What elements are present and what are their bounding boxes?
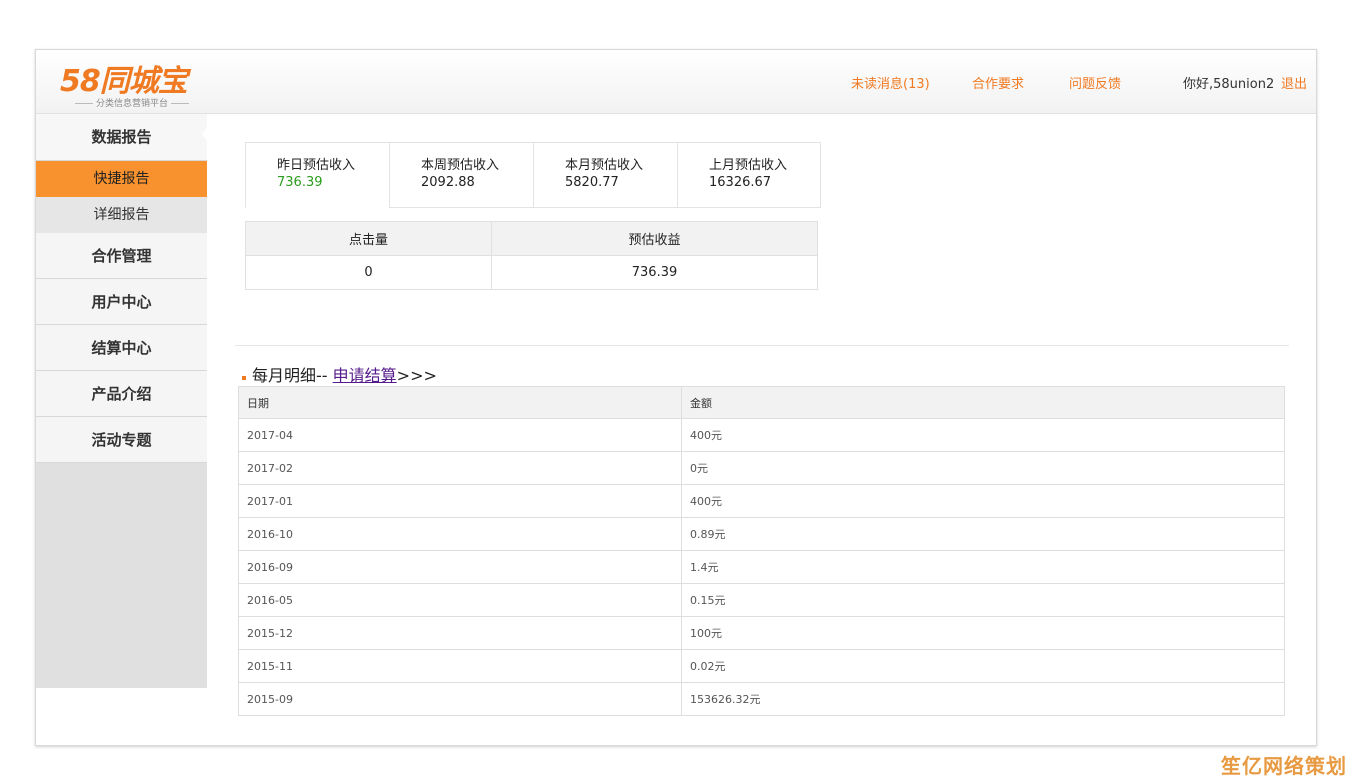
arrows-text: >>> <box>396 366 437 385</box>
table-row: 2016-10 0.89元 <box>238 517 1285 551</box>
logout-link[interactable]: 退出 <box>1281 73 1307 92</box>
row-amount: 400元 <box>681 418 1285 452</box>
feedback-link[interactable]: 问题反馈 <box>1069 73 1121 92</box>
sidebar-item-detail-report[interactable]: 详细报告 <box>36 197 207 233</box>
summary-value: 5820.77 <box>565 175 619 190</box>
row-amount: 400元 <box>681 484 1285 518</box>
row-amount: 0.89元 <box>681 517 1285 551</box>
watermark: 笙亿网络策划 <box>1221 754 1347 778</box>
table-row: 2016-05 0.15元 <box>238 583 1285 617</box>
unread-messages-link[interactable]: 未读消息(13) <box>851 73 930 92</box>
clicks-earnings-table: 点击量 预估收益 0 736.39 <box>244 221 818 290</box>
clicks-value: 0 <box>244 255 493 290</box>
row-date: 2015-12 <box>238 616 682 650</box>
row-amount: 100元 <box>681 616 1285 650</box>
row-amount: 0.02元 <box>681 649 1285 683</box>
table-row: 2017-01 400元 <box>238 484 1285 518</box>
summary-value: 16326.67 <box>709 175 772 190</box>
row-date: 2017-01 <box>238 484 682 518</box>
apply-settlement-link[interactable]: 申请结算 <box>333 366 397 385</box>
summary-label: 昨日预估收入 <box>277 158 356 173</box>
row-date: 2016-09 <box>238 550 682 584</box>
row-amount: 0元 <box>681 451 1285 485</box>
logo[interactable]: 58同城宝 分类信息营销平台 <box>60 56 200 110</box>
table-row: 2015-11 0.02元 <box>238 649 1285 683</box>
logo-text: 58同城宝 <box>60 64 188 99</box>
active-section-notch <box>202 126 208 142</box>
table-header-clicks: 点击量 <box>244 221 493 256</box>
sidebar-item-products[interactable]: 产品介绍 <box>36 371 207 417</box>
row-date: 2017-04 <box>238 418 682 452</box>
row-amount: 1.4元 <box>681 550 1285 584</box>
row-date: 2015-09 <box>238 682 682 716</box>
summary-this-month[interactable]: 本月预估收入 5820.77 <box>533 142 677 208</box>
monthly-detail-table: 日期 金额 2017-04 400元 2017-02 0元 2017-01 400元 … <box>238 386 1285 716</box>
sidebar-item-data-report[interactable]: 数据报告 <box>36 114 207 161</box>
table-header-earnings: 预估收益 <box>491 221 818 256</box>
summary-label: 本月预估收入 <box>565 158 644 173</box>
summary-this-week[interactable]: 本周预估收入 2092.88 <box>389 142 533 208</box>
income-summary: 昨日预估收入 736.39 本周预估收入 2092.88 本月预估收入 5820… <box>245 142 821 208</box>
user-greeting: 你好,58union2 <box>1183 77 1275 92</box>
table-header-date: 日期 <box>238 386 682 419</box>
row-date: 2016-10 <box>238 517 682 551</box>
monthly-title-text: 每月明细-- <box>252 366 333 385</box>
summary-value: 2092.88 <box>421 175 475 190</box>
summary-label: 上月预估收入 <box>709 158 788 173</box>
header: 58同城宝 分类信息营销平台 未读消息(13) 合作要求 问题反馈 你好,58u… <box>36 50 1316 114</box>
row-date: 2015-11 <box>238 649 682 683</box>
logo-subtitle: 分类信息营销平台 <box>62 96 202 109</box>
table-row: 2017-04 400元 <box>238 418 1285 452</box>
row-date: 2017-02 <box>238 451 682 485</box>
summary-value: 736.39 <box>277 175 323 190</box>
app-window: 58同城宝 分类信息营销平台 未读消息(13) 合作要求 问题反馈 你好,58u… <box>35 49 1317 746</box>
summary-label: 本周预估收入 <box>421 158 500 173</box>
cooperation-link[interactable]: 合作要求 <box>972 73 1024 92</box>
summary-yesterday[interactable]: 昨日预估收入 736.39 <box>245 142 389 208</box>
sidebar-item-quick-report[interactable]: 快捷报告 <box>36 161 207 197</box>
earnings-value: 736.39 <box>491 255 818 290</box>
row-amount: 153626.32元 <box>681 682 1285 716</box>
row-date: 2016-05 <box>238 583 682 617</box>
sidebar: 数据报告 快捷报告 详细报告 合作管理 用户中心 结算中心 产品介绍 活动专题 <box>36 114 208 688</box>
sidebar-item-activities[interactable]: 活动专题 <box>36 417 207 463</box>
monthly-title: 每月明细-- 申请结算>>> <box>242 362 437 386</box>
section-divider <box>235 345 1289 346</box>
summary-last-month[interactable]: 上月预估收入 16326.67 <box>677 142 821 208</box>
sidebar-item-settlement[interactable]: 结算中心 <box>36 325 207 371</box>
table-row: 2015-09 153626.32元 <box>238 682 1285 716</box>
table-header-amount: 金额 <box>681 386 1285 419</box>
sidebar-item-user-center[interactable]: 用户中心 <box>36 279 207 325</box>
row-amount: 0.15元 <box>681 583 1285 617</box>
table-row: 2017-02 0元 <box>238 451 1285 485</box>
bullet-icon <box>242 376 246 380</box>
sidebar-item-cooperation[interactable]: 合作管理 <box>36 233 207 279</box>
table-row: 2016-09 1.4元 <box>238 550 1285 584</box>
table-row: 2015-12 100元 <box>238 616 1285 650</box>
